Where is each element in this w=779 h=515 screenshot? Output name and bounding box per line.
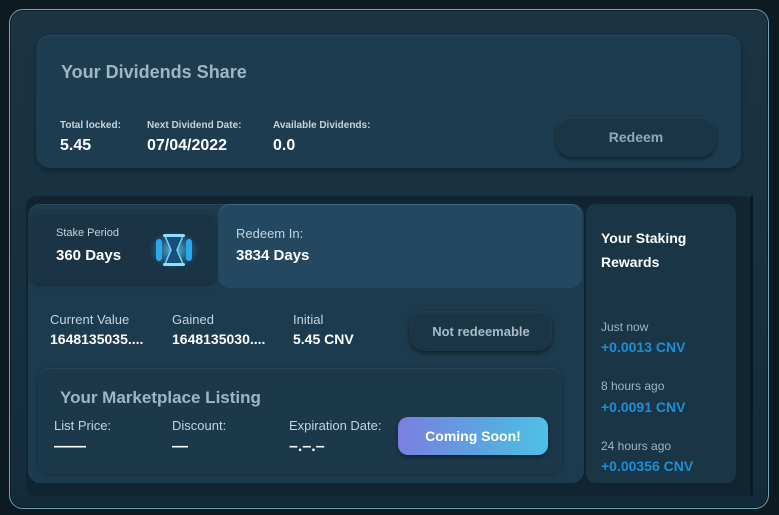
stake-section: Redeem In: 3834 Days Stake Period 360 Da…	[26, 196, 753, 496]
discount-value: —	[172, 438, 188, 455]
not-redeemable-button[interactable]: Not redeemable	[410, 311, 552, 351]
stake-period-box: Stake Period 360 Days	[30, 212, 216, 284]
reward-time-1: Just now	[601, 320, 649, 334]
list-price-label: List Price:	[54, 418, 112, 433]
scrollbar-track[interactable]	[750, 196, 753, 496]
reward-time-3: 24 hours ago	[601, 439, 672, 453]
staking-rewards-title: Your Staking Rewards	[601, 230, 687, 270]
reward-amount-3: +0.00356 CNV	[601, 458, 694, 474]
reward-amount-1: +0.0013 CNV	[601, 339, 686, 355]
reward-amount-2: +0.0091 CNV	[601, 399, 686, 415]
stake-hourglass-icon	[150, 232, 198, 268]
total-locked-label: Total locked:	[60, 120, 121, 131]
marketplace-title: Your Marketplace Listing	[60, 388, 261, 407]
reward-time-2: 8 hours ago	[601, 379, 665, 393]
marketplace-listing-panel: Your Marketplace Listing List Price: —— …	[38, 368, 562, 474]
redeem-button[interactable]: Redeem	[556, 117, 716, 157]
current-value: 1648135035....	[50, 331, 144, 347]
gained-value: 1648135030....	[172, 331, 266, 347]
list-price-value: ——	[54, 438, 86, 455]
available-dividends-value: 0.0	[273, 137, 296, 154]
stake-period-value: 360 Days	[56, 247, 122, 264]
initial-label: Initial	[293, 312, 324, 327]
staking-card: Your Dividends Share Total locked: 5.45 …	[9, 9, 769, 509]
expiration-date-label: Expiration Date:	[289, 418, 382, 433]
total-locked-value: 5.45	[60, 137, 92, 154]
gained-label: Gained	[172, 312, 214, 327]
stake-period-label: Stake Period	[56, 227, 119, 239]
stake-card: Redeem In: 3834 Days Stake Period 360 Da…	[28, 204, 584, 483]
next-dividend-date-value: 07/04/2022	[147, 137, 228, 154]
expiration-date-value: –.–.–	[289, 438, 325, 455]
initial-value: 5.45 CNV	[293, 331, 354, 347]
redeem-in-area: Redeem In: 3834 Days	[218, 204, 582, 288]
next-dividend-date-label: Next Dividend Date:	[147, 120, 242, 131]
staking-rewards-panel: Your Staking Rewards Just now +0.0013 CN…	[586, 204, 736, 483]
coming-soon-button[interactable]: Coming Soon!	[398, 417, 548, 455]
available-dividends-label: Available Dividends:	[273, 120, 371, 131]
redeem-in-value: 3834 Days	[236, 247, 310, 264]
current-value-label: Current Value	[50, 312, 130, 327]
redeem-in-label: Redeem In:	[236, 226, 304, 241]
dividends-panel: Your Dividends Share Total locked: 5.45 …	[36, 35, 741, 168]
discount-label: Discount:	[172, 418, 227, 433]
dividends-title: Your Dividends Share	[61, 62, 247, 82]
